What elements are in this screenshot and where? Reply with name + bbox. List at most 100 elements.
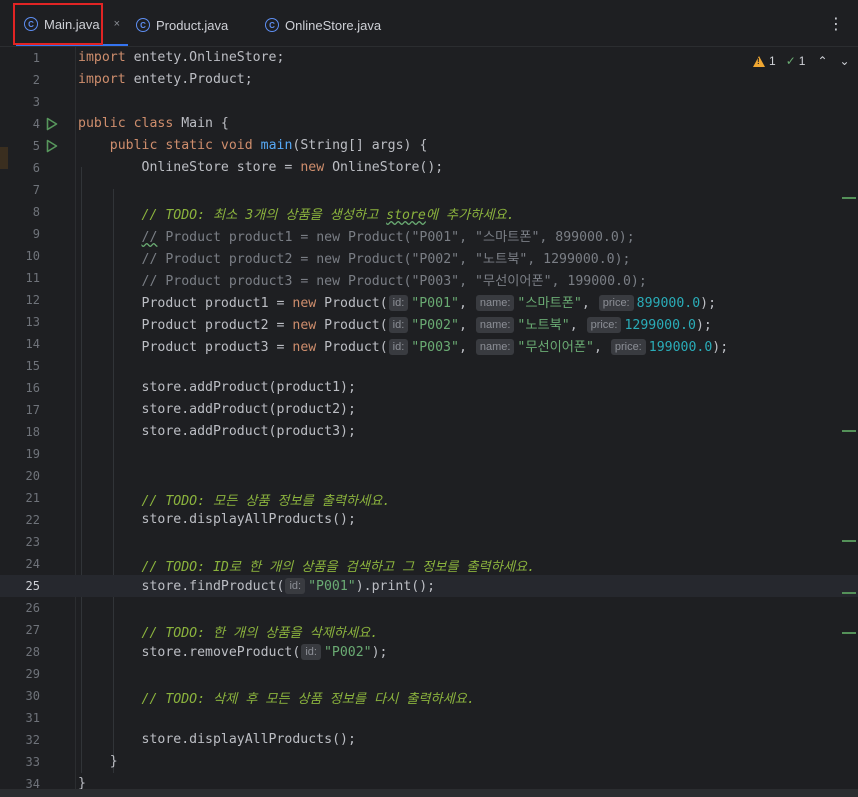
- line-number[interactable]: 27: [0, 623, 40, 637]
- code-text: // TODO: ID로 한 개의 상품을 검색하고 그 정보를 출력하세요.: [78, 556, 536, 575]
- code-line[interactable]: 4 public class Main {: [0, 113, 858, 135]
- more-options-icon[interactable]: ⋮: [826, 14, 846, 34]
- code-editor[interactable]: 1 import entety.OnlineStore; 2 import entet…: [0, 47, 858, 791]
- java-class-run-icon: C: [24, 17, 38, 31]
- java-class-icon: C: [265, 18, 279, 32]
- code-line[interactable]: 9 // Product product1 = new Product("P00…: [0, 223, 858, 245]
- line-number[interactable]: 29: [0, 667, 40, 681]
- code-line[interactable]: 14 Product product3 = new Product(id: "P0…: [0, 333, 858, 355]
- line-number[interactable]: 17: [0, 403, 40, 417]
- line-number[interactable]: 18: [0, 425, 40, 439]
- code-line[interactable]: 6 OnlineStore store = new OnlineStore();: [0, 157, 858, 179]
- code-line[interactable]: 28 store.removeProduct(id: "P002");: [0, 641, 858, 663]
- close-icon[interactable]: ×: [114, 18, 120, 30]
- code-line[interactable]: 31: [0, 707, 858, 729]
- code-line[interactable]: 8 // TODO: 최소 3개의 상품을 생성하고 store에 추가하세요.: [0, 201, 858, 223]
- code-token: new: [300, 160, 325, 175]
- code-text: Product product1 = new Product(id: "P001"…: [78, 292, 716, 311]
- tab-label: Main.java: [44, 16, 100, 32]
- code-token: store.addProduct(product1);: [78, 380, 356, 395]
- code-line[interactable]: 15: [0, 355, 858, 377]
- line-number[interactable]: 28: [0, 645, 40, 659]
- line-number[interactable]: 23: [0, 535, 40, 549]
- line-number[interactable]: 2: [0, 73, 40, 87]
- code-line[interactable]: 26: [0, 597, 858, 619]
- code-text: Product product2 = new Product(id: "P002"…: [78, 314, 712, 333]
- line-number[interactable]: 1: [0, 51, 40, 65]
- line-number[interactable]: 24: [0, 557, 40, 571]
- code-line[interactable]: 13 Product product2 = new Product(id: "P0…: [0, 311, 858, 333]
- code-line[interactable]: 23: [0, 531, 858, 553]
- line-number[interactable]: 16: [0, 381, 40, 395]
- line-number[interactable]: 9: [0, 227, 40, 241]
- line-number[interactable]: 3: [0, 95, 40, 109]
- code-token: Product product3 =: [78, 340, 293, 355]
- code-line[interactable]: 19: [0, 443, 858, 465]
- parameter-hint: price:: [598, 295, 634, 311]
- code-line[interactable]: 7: [0, 179, 858, 201]
- code-line[interactable]: 24 // TODO: ID로 한 개의 상품을 검색하고 그 정보를 출력하세…: [0, 553, 858, 575]
- run-gutter-icon[interactable]: [46, 117, 58, 131]
- line-number[interactable]: 13: [0, 315, 40, 329]
- tab-label: Product.java: [156, 17, 229, 33]
- line-number[interactable]: 6: [0, 161, 40, 175]
- code-line[interactable]: 25 store.findProduct(id: "P001").print();: [0, 575, 858, 597]
- chevron-down-icon[interactable]: ⌄: [840, 54, 850, 68]
- code-line[interactable]: 30 // TODO: 삭제 후 모든 상품 정보를 다시 출력하세요.: [0, 685, 858, 707]
- line-number[interactable]: 14: [0, 337, 40, 351]
- code-line[interactable]: 32 store.displayAllProducts();: [0, 729, 858, 751]
- code-line[interactable]: 16 store.addProduct(product1);: [0, 377, 858, 399]
- line-number[interactable]: 25: [0, 579, 40, 593]
- code-token: Product product2 =: [78, 318, 293, 333]
- code-token: OnlineStore();: [324, 160, 444, 175]
- line-number[interactable]: 33: [0, 755, 40, 769]
- line-number[interactable]: 8: [0, 205, 40, 219]
- tab-onlinestore-java[interactable]: C OnlineStore.java: [257, 4, 389, 46]
- line-number[interactable]: 12: [0, 293, 40, 307]
- horizontal-scrollbar[interactable]: [0, 789, 858, 797]
- code-line[interactable]: 29: [0, 663, 858, 685]
- run-gutter-icon[interactable]: [46, 139, 58, 153]
- code-line[interactable]: 17 store.addProduct(product2);: [0, 399, 858, 421]
- line-number[interactable]: 31: [0, 711, 40, 725]
- code-line[interactable]: 2 import entety.Product;: [0, 69, 858, 91]
- code-line[interactable]: 11 // Product product3 = new Product("P0…: [0, 267, 858, 289]
- line-number[interactable]: 4: [0, 117, 40, 131]
- code-line[interactable]: 20: [0, 465, 858, 487]
- line-number[interactable]: 10: [0, 249, 40, 263]
- parameter-hint: id:: [388, 295, 409, 311]
- code-text: import entety.Product;: [78, 72, 253, 87]
- code-line[interactable]: 10 // Product product2 = new Product("P0…: [0, 245, 858, 267]
- line-number[interactable]: 21: [0, 491, 40, 505]
- code-text: // Product product2 = new Product("P002"…: [78, 248, 631, 267]
- code-line[interactable]: 1 import entety.OnlineStore;: [0, 47, 858, 69]
- line-number[interactable]: 20: [0, 469, 40, 483]
- line-number[interactable]: 26: [0, 601, 40, 615]
- parameter-hint: name:: [475, 295, 515, 311]
- line-number[interactable]: 30: [0, 689, 40, 703]
- chevron-up-icon[interactable]: ⌃: [817, 54, 827, 68]
- code-token: 에 추가하세요.: [425, 208, 515, 223]
- line-number[interactable]: 32: [0, 733, 40, 747]
- tab-product-java[interactable]: C Product.java: [128, 4, 236, 46]
- code-line[interactable]: 5 public static void main(String[] args)…: [0, 135, 858, 157]
- code-line[interactable]: 33 }: [0, 751, 858, 773]
- code-text: // Product product3 = new Product("P003"…: [78, 270, 647, 289]
- line-number[interactable]: 19: [0, 447, 40, 461]
- line-number[interactable]: 11: [0, 271, 40, 285]
- code-token: Product(: [316, 296, 388, 311]
- inspection-widget[interactable]: 1 ✓ 1 ⌃ ⌄: [753, 53, 850, 69]
- code-line[interactable]: 18 store.addProduct(product3);: [0, 421, 858, 443]
- line-number[interactable]: 15: [0, 359, 40, 373]
- code-line[interactable]: 27 // TODO: 한 개의 상품을 삭제하세요.: [0, 619, 858, 641]
- tab-main-java[interactable]: C Main.java ×: [16, 4, 129, 46]
- line-number[interactable]: 22: [0, 513, 40, 527]
- line-number[interactable]: 7: [0, 183, 40, 197]
- code-line[interactable]: 22 store.displayAllProducts();: [0, 509, 858, 531]
- line-number[interactable]: 5: [0, 139, 40, 153]
- code-line[interactable]: 12 Product product1 = new Product(id: "P0…: [0, 289, 858, 311]
- code-line[interactable]: 3: [0, 91, 858, 113]
- code-line[interactable]: 21 // TODO: 모든 상품 정보를 출력하세요.: [0, 487, 858, 509]
- code-token: // TODO: 삭제 후 모든 상품 정보를 다시 출력하세요.: [141, 692, 475, 707]
